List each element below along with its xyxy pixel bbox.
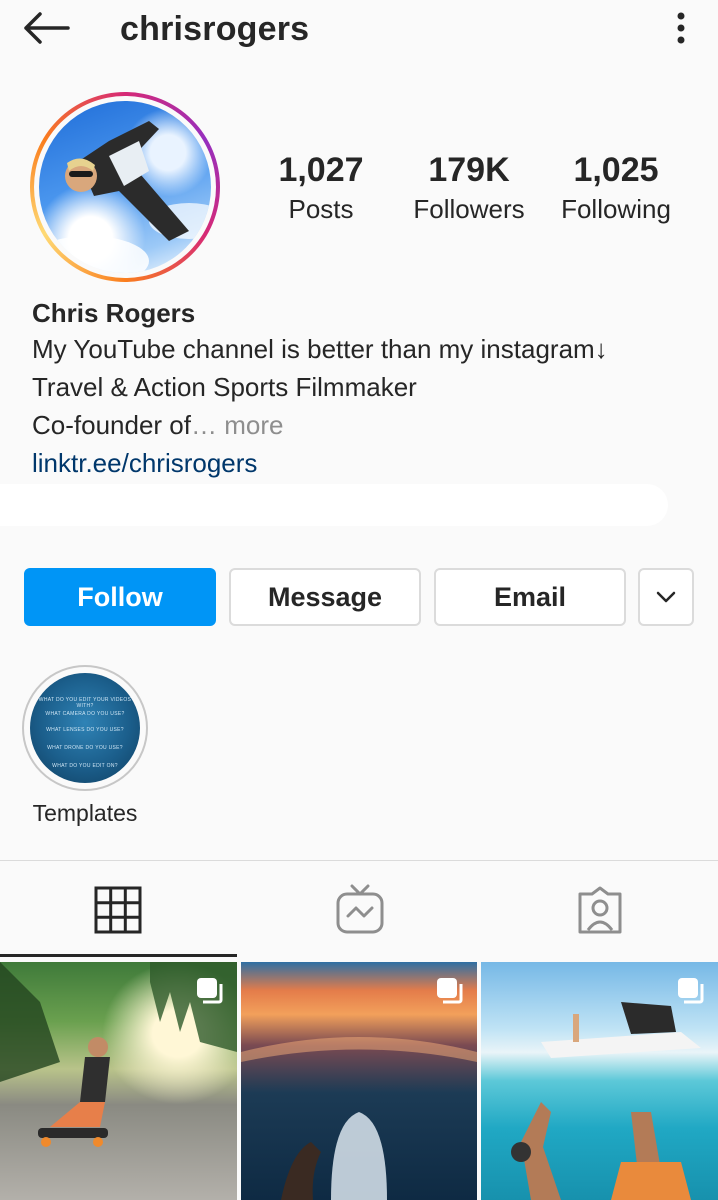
follow-button[interactable]: Follow	[24, 568, 216, 626]
highlight-cover-line: WHAT CAMERA DO YOU USE?	[45, 711, 125, 717]
bio-line-3: Co-founder of… more	[32, 406, 702, 444]
post-thumbnail[interactable]	[241, 962, 477, 1200]
redacted-bar	[0, 484, 668, 526]
chevron-down-icon	[656, 591, 676, 603]
message-button[interactable]: Message	[229, 568, 421, 626]
following-label: Following	[561, 194, 671, 224]
avatar[interactable]	[39, 101, 211, 273]
highlight-label: Templates	[32, 800, 138, 826]
posts-stat[interactable]: 1,027 Posts	[251, 150, 391, 226]
highlight-cover-line: WHAT DO YOU EDIT YOUR VIDEOS WITH?	[38, 697, 132, 709]
email-button[interactable]: Email	[434, 568, 626, 626]
avatar-story-ring[interactable]	[30, 92, 220, 282]
igtv-icon[interactable]	[330, 880, 390, 940]
posts-label: Posts	[288, 194, 354, 224]
tabs-divider	[0, 860, 718, 861]
carousel-icon	[678, 978, 704, 1004]
top-bar: chrisrogers	[0, 0, 718, 60]
display-name: Chris Rogers	[32, 298, 196, 328]
bio-line-1: My YouTube channel is better than my ins…	[32, 334, 608, 364]
followers-label: Followers	[413, 194, 525, 224]
grid-icon[interactable]	[88, 880, 148, 940]
post-thumbnail[interactable]	[0, 962, 237, 1200]
posts-count: 1,027	[278, 151, 364, 189]
carousel-icon	[437, 978, 463, 1004]
more-actions-button[interactable]	[638, 568, 694, 626]
followers-count: 179K	[428, 151, 510, 189]
kebab-menu-icon[interactable]	[668, 8, 694, 48]
profile-username: chrisrogers	[120, 10, 310, 48]
carousel-icon	[197, 978, 223, 1004]
tagged-person-icon[interactable]	[570, 880, 630, 940]
bio-website-link[interactable]: linktr.ee/chrisrogers	[32, 444, 702, 482]
story-highlight-templates[interactable]: WHAT DO YOU EDIT YOUR VIDEOS WITH? WHAT …	[22, 665, 148, 791]
post-thumbnail[interactable]	[481, 962, 718, 1200]
followers-stat[interactable]: 179K Followers	[399, 150, 539, 226]
arrow-left-icon[interactable]	[18, 8, 74, 48]
highlight-cover-line: WHAT LENSES DO YOU USE?	[46, 727, 124, 733]
highlight-cover-line: WHAT DO YOU EDIT ON?	[52, 763, 118, 769]
profile-bio: Chris Rogers My YouTube channel is bette…	[32, 296, 702, 482]
highlight-cover: WHAT DO YOU EDIT YOUR VIDEOS WITH? WHAT …	[30, 673, 140, 783]
bio-more-link[interactable]: … more	[191, 410, 283, 440]
active-tab-indicator	[0, 954, 237, 957]
bio-line-3-text: Co-founder of	[32, 410, 191, 440]
highlight-cover-line: WHAT DRONE DO YOU USE?	[47, 745, 123, 751]
following-count: 1,025	[573, 151, 659, 189]
bio-line-2: Travel & Action Sports Filmmaker	[32, 372, 417, 402]
following-stat[interactable]: 1,025 Following	[546, 150, 686, 226]
avatar-photo	[39, 121, 211, 273]
